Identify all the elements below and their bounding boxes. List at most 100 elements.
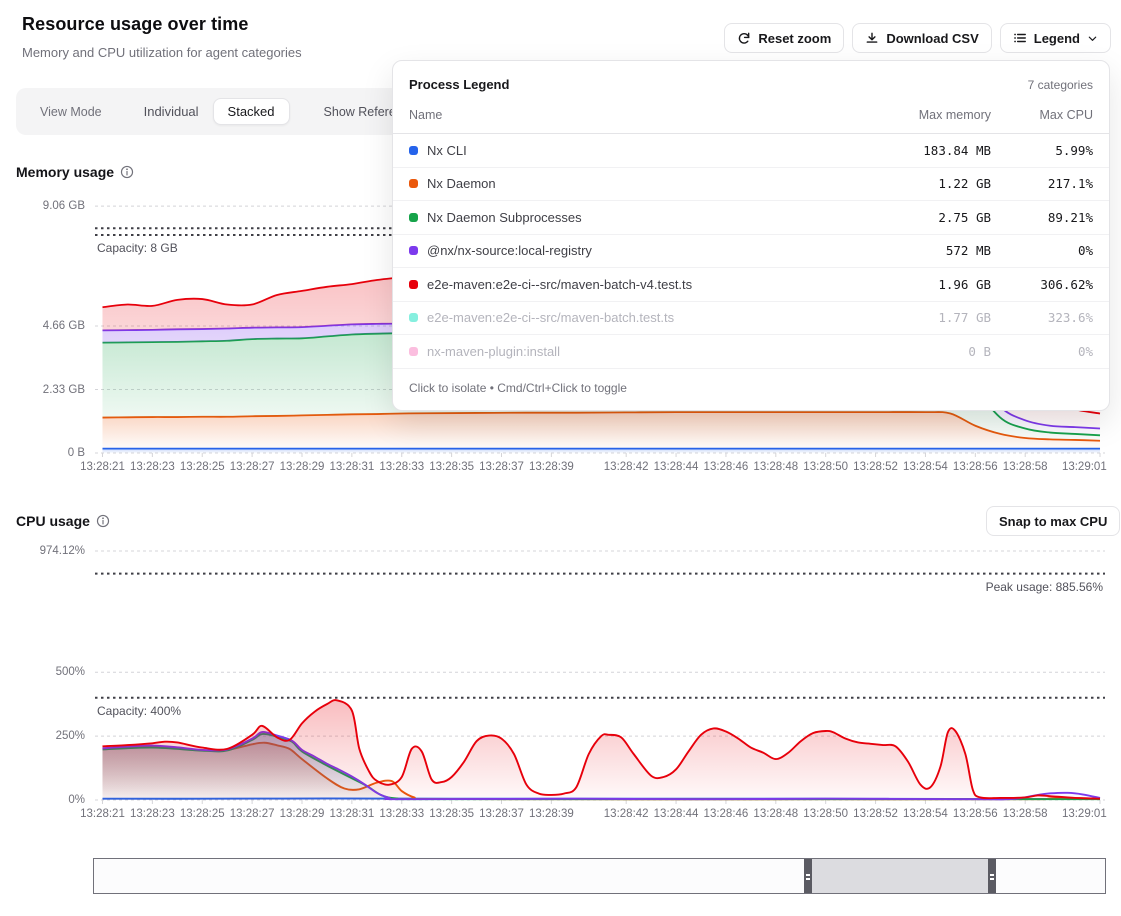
memory-section-title: Memory usage <box>16 164 134 180</box>
x-axis-tick-label: 13:28:50 <box>803 808 848 820</box>
x-axis-tick-label: 13:28:39 <box>529 808 574 820</box>
x-axis-tick-label: 13:28:21 <box>80 461 125 473</box>
x-axis-tick-label: 13:28:35 <box>429 461 474 473</box>
process-legend-header: Process Legend 7 categories <box>393 61 1109 96</box>
x-axis-tick-label: 13:28:23 <box>130 461 175 473</box>
view-mode-option-individual[interactable]: Individual <box>130 99 213 124</box>
reset-zoom-label: Reset zoom <box>758 31 831 46</box>
legend-row-name: Nx Daemon <box>409 176 831 191</box>
download-csv-button[interactable]: Download CSV <box>852 23 991 53</box>
x-axis-tick-label: 13:28:27 <box>230 808 275 820</box>
series-color-swatch <box>409 313 418 322</box>
x-axis-tick-label: 13:28:42 <box>604 808 649 820</box>
y-axis-tick-label: 0 B <box>68 447 85 459</box>
x-axis-tick-label: 13:28:31 <box>329 808 374 820</box>
x-axis-tick-label: 13:28:37 <box>479 461 524 473</box>
x-axis-tick-label: 13:28:52 <box>853 461 898 473</box>
series-color-swatch <box>409 246 418 255</box>
x-axis-tick-label: 13:28:29 <box>280 461 325 473</box>
reference-line-label: Peak usage: 885.56% <box>986 580 1103 594</box>
page-title: Resource usage over time <box>22 14 249 35</box>
reset-zoom-button[interactable]: Reset zoom <box>724 23 844 53</box>
memory-usage-heading: Memory usage <box>16 164 114 180</box>
cpu-usage-heading: CPU usage <box>16 513 90 529</box>
legend-row-name: nx-maven-plugin:install <box>409 344 831 359</box>
x-axis-tick-label: 13:28:25 <box>180 461 225 473</box>
legend-row-name: e2e-maven:e2e-ci--src/maven-batch.test.t… <box>409 310 831 325</box>
cpu-section-title: CPU usage <box>16 513 110 529</box>
x-axis-tick-label: 13:28:44 <box>654 808 699 820</box>
legend-dropdown-button[interactable]: Legend <box>1000 23 1111 53</box>
legend-row-name: @nx/nx-source:local-registry <box>409 243 831 258</box>
legend-row-max-memory: 0 B <box>831 344 991 359</box>
x-axis-tick-label: 13:28:25 <box>180 808 225 820</box>
legend-column-headers: Name Max memory Max CPU <box>393 96 1109 134</box>
download-icon <box>865 31 879 45</box>
legend-hint-text: Click to isolate • Cmd/Ctrl+Click to tog… <box>393 369 1109 410</box>
x-axis-tick-label: 13:28:54 <box>903 808 948 820</box>
legend-row-max-memory: 183.84 MB <box>831 143 991 158</box>
page-subtitle: Memory and CPU utilization for agent cat… <box>22 45 302 60</box>
x-axis-tick-label: 13:28:37 <box>479 808 524 820</box>
legend-row-max-cpu: 0% <box>991 344 1093 359</box>
x-axis-tick-label: 13:28:48 <box>753 461 798 473</box>
list-icon <box>1013 31 1027 45</box>
series-color-swatch <box>409 213 418 222</box>
x-axis-tick-label: 13:28:33 <box>379 808 424 820</box>
legend-row-max-memory: 1.77 GB <box>831 310 991 325</box>
x-axis-tick-label: 13:28:33 <box>379 461 424 473</box>
legend-row-max-memory: 572 MB <box>831 243 991 258</box>
legend-row[interactable]: nx-maven-plugin:install 0 B 0% <box>393 335 1109 369</box>
x-axis-tick-label: 13:28:42 <box>604 461 649 473</box>
y-axis-tick-label: 500% <box>56 666 85 678</box>
legend-row-max-memory: 1.96 GB <box>831 277 991 292</box>
legend-row[interactable]: e2e-maven:e2e-ci--src/maven-batch-v4.tes… <box>393 268 1109 302</box>
series-area-Nx Daemon <box>102 412 1100 449</box>
legend-row-max-memory: 2.75 GB <box>831 210 991 225</box>
x-axis-tick-label: 13:28:27 <box>230 461 275 473</box>
legend-row[interactable]: Nx CLI 183.84 MB 5.99% <box>393 134 1109 168</box>
cpu-usage-chart[interactable]: 974.12%500%250%0%13:28:2113:28:2313:28:2… <box>95 545 1105 800</box>
x-axis-tick-label: 13:28:31 <box>329 461 374 473</box>
x-axis-tick-label: 13:28:56 <box>953 461 998 473</box>
series-color-swatch <box>409 280 418 289</box>
category-count-badge: 7 categories <box>1028 78 1093 92</box>
y-axis-tick-label: 9.06 GB <box>43 200 85 212</box>
x-axis-tick-label: 13:28:58 <box>1003 808 1048 820</box>
process-legend-title: Process Legend <box>409 77 509 92</box>
legend-row[interactable]: @nx/nx-source:local-registry 572 MB 0% <box>393 235 1109 269</box>
x-axis-tick-label: 13:28:46 <box>704 808 749 820</box>
legend-row-max-cpu: 306.62% <box>991 277 1093 292</box>
legend-row-max-memory: 1.22 GB <box>831 176 991 191</box>
legend-row-max-cpu: 217.1% <box>991 176 1093 191</box>
x-axis-tick-label: 13:29:01 <box>1062 808 1107 820</box>
info-icon[interactable] <box>96 514 110 528</box>
reference-line-label: Capacity: 400% <box>97 704 181 718</box>
y-axis-tick-label: 2.33 GB <box>43 384 85 396</box>
x-axis-tick-label: 13:28:44 <box>654 461 699 473</box>
x-axis-tick-label: 13:28:58 <box>1003 461 1048 473</box>
brush-handle-left[interactable] <box>804 859 812 893</box>
time-range-brush[interactable] <box>93 858 1106 894</box>
brush-handle-right[interactable] <box>988 859 996 893</box>
legend-row[interactable]: Nx Daemon 1.22 GB 217.1% <box>393 168 1109 202</box>
x-axis-tick-label: 13:28:35 <box>429 808 474 820</box>
column-header-max-cpu: Max CPU <box>991 108 1093 122</box>
snap-to-max-cpu-button[interactable]: Snap to max CPU <box>986 506 1120 536</box>
legend-row-max-cpu: 89.21% <box>991 210 1093 225</box>
x-axis-tick-label: 13:28:39 <box>529 461 574 473</box>
x-axis-tick-label: 13:28:52 <box>853 808 898 820</box>
brush-selection[interactable] <box>804 859 996 893</box>
series-area-e2e-maven:e2e-ci--src/maven-batch-v4.test.ts <box>102 700 1100 800</box>
x-axis-tick-label: 13:29:01 <box>1062 461 1107 473</box>
series-color-swatch <box>409 179 418 188</box>
x-axis-tick-label: 13:28:54 <box>903 461 948 473</box>
legend-row[interactable]: e2e-maven:e2e-ci--src/maven-batch.test.t… <box>393 302 1109 336</box>
view-mode-option-stacked[interactable]: Stacked <box>213 98 290 125</box>
chevron-down-icon <box>1087 33 1098 44</box>
x-axis-tick-label: 13:28:48 <box>753 808 798 820</box>
series-color-swatch <box>409 347 418 356</box>
info-icon[interactable] <box>120 165 134 179</box>
x-axis-tick-label: 13:28:46 <box>704 461 749 473</box>
legend-row[interactable]: Nx Daemon Subprocesses 2.75 GB 89.21% <box>393 201 1109 235</box>
